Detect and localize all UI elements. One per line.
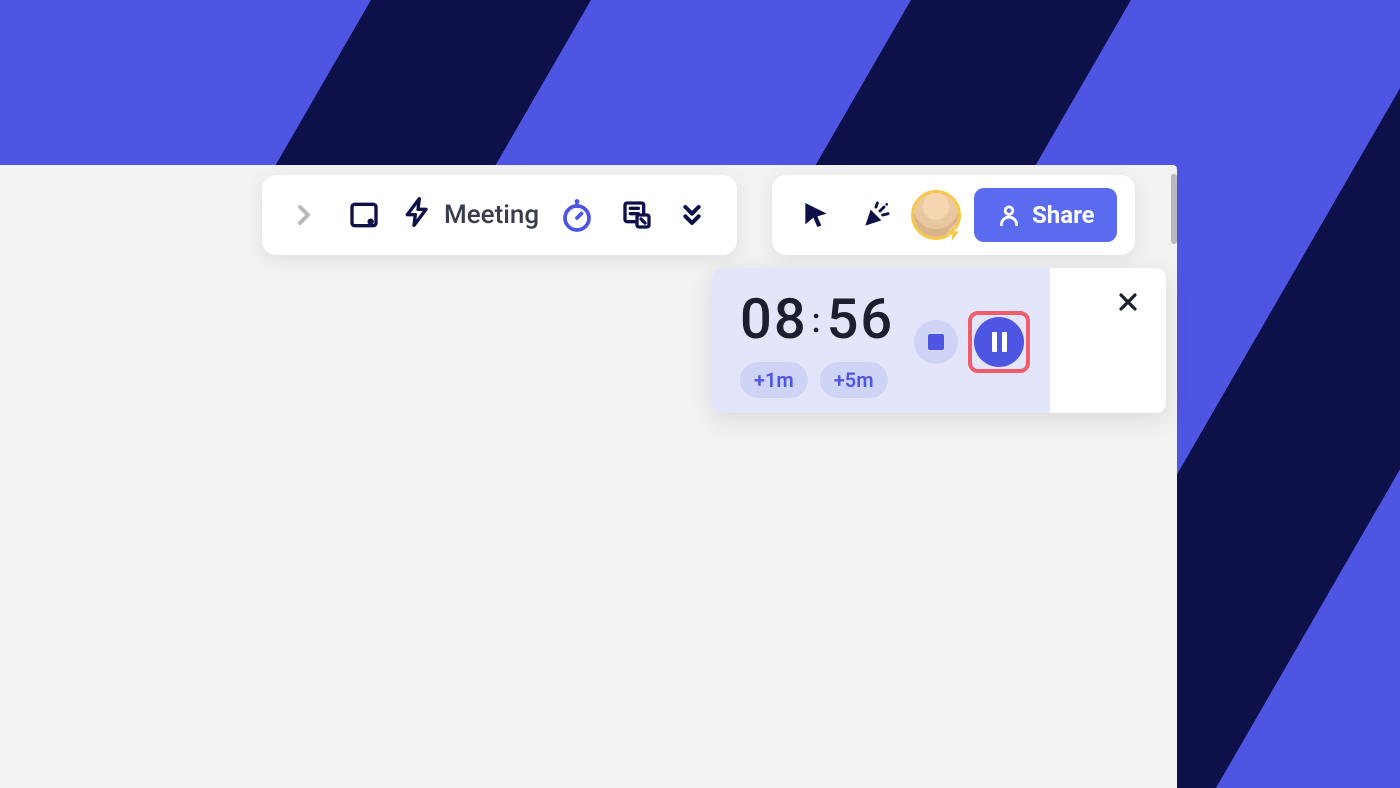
vertical-scrollbar[interactable] xyxy=(1171,174,1177,244)
share-label: Share xyxy=(1032,201,1095,229)
timer-side xyxy=(1050,268,1166,413)
confetti-icon xyxy=(860,199,892,231)
share-button[interactable]: Share xyxy=(974,188,1117,242)
user-avatar[interactable] xyxy=(914,193,958,237)
collaboration-toolbar: Share xyxy=(772,175,1135,255)
timer-minutes: 08 xyxy=(740,286,808,352)
expand-toolbar-button[interactable] xyxy=(282,193,326,237)
main-toolbar: Meeting xyxy=(262,175,737,255)
cursor-button[interactable] xyxy=(794,193,838,237)
timer-panel: 08 : 56 +1m +5m xyxy=(712,268,1166,413)
close-timer-button[interactable] xyxy=(1116,290,1140,314)
chevron-right-icon xyxy=(288,199,320,231)
add-5m-button[interactable]: +5m xyxy=(820,362,888,398)
poll-icon xyxy=(621,199,653,231)
timer-button[interactable] xyxy=(555,193,599,237)
pause-timer-button[interactable] xyxy=(968,311,1030,373)
facilitator-badge-icon xyxy=(944,223,964,243)
canvas-area[interactable] xyxy=(0,165,1177,788)
timer-display: 08 : 56 xyxy=(740,286,894,352)
voting-button[interactable] xyxy=(615,193,659,237)
lightning-icon xyxy=(402,196,434,235)
cursor-icon xyxy=(800,199,832,231)
close-icon xyxy=(1116,290,1140,314)
meeting-mode-button[interactable]: Meeting xyxy=(402,196,539,235)
stopwatch-icon xyxy=(559,197,595,233)
meeting-label: Meeting xyxy=(444,200,539,230)
timer-seconds: 56 xyxy=(827,286,895,352)
frames-button[interactable] xyxy=(342,193,386,237)
stop-icon xyxy=(928,334,944,350)
timer-body: 08 : 56 +1m +5m xyxy=(712,268,1050,413)
frame-icon xyxy=(348,199,380,231)
stop-timer-button[interactable] xyxy=(914,320,958,364)
double-chevron-down-icon xyxy=(676,199,708,231)
add-1m-button[interactable]: +1m xyxy=(740,362,808,398)
person-icon xyxy=(996,202,1022,228)
more-tools-button[interactable] xyxy=(675,193,709,237)
reactions-button[interactable] xyxy=(854,193,898,237)
timer-colon: : xyxy=(808,301,827,341)
pause-icon xyxy=(974,317,1024,367)
